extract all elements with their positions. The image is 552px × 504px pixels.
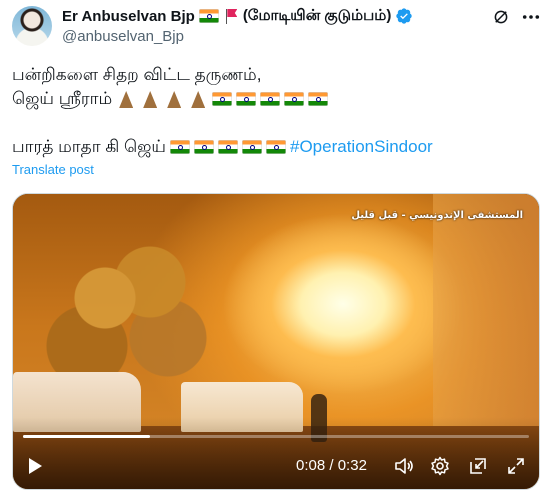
video-controls: 0:08 / 0:32 xyxy=(13,452,539,480)
india-flag-icon xyxy=(198,9,219,23)
hashtag-link[interactable]: #OperationSindoor xyxy=(290,136,433,158)
tweet-line-2-text: ஜெய் ஸ்ரீராம் xyxy=(12,89,113,108)
video-current-time: 0:08 xyxy=(296,457,326,474)
author-name-row: Er Anbuselvan Bjp (மோடியின் குடும்பம்) xyxy=(62,6,413,26)
video-time-separator: / xyxy=(325,457,338,474)
india-flag-icon xyxy=(284,92,305,106)
author-handle[interactable]: @anbuselvan_Bjp xyxy=(62,28,184,45)
play-icon[interactable] xyxy=(25,456,45,476)
fullscreen-icon[interactable] xyxy=(506,456,526,476)
grok-icon[interactable] xyxy=(492,8,510,26)
folded-hands-icon xyxy=(164,90,184,108)
india-flag-icon xyxy=(266,140,286,154)
tweet-line-1: பன்றிகளை சிதற விட்ட தருணம், xyxy=(12,65,262,84)
tweet: Er Anbuselvan Bjp (மோடியின் குடும்பம்) @… xyxy=(0,0,552,504)
video-progress-fill xyxy=(23,435,150,438)
folded-hands-icon xyxy=(116,90,136,108)
video-duration: 0:32 xyxy=(337,457,367,474)
picture-in-picture-icon[interactable] xyxy=(468,456,488,476)
gear-icon[interactable] xyxy=(430,456,450,476)
video-watermark: المستشفى الإندونيسي - قبل قليل xyxy=(351,210,523,221)
india-flag-icon xyxy=(194,140,214,154)
video-time: 0:08 / 0:32 xyxy=(296,457,367,474)
tweet-line-3-text: பாரத் மாதா கி ஜெய் xyxy=(12,137,166,156)
india-flag-icon xyxy=(218,140,238,154)
video-progress-bar[interactable] xyxy=(23,435,529,438)
translate-post-link[interactable]: Translate post xyxy=(12,162,94,177)
tweet-line-3: பாரத் மாதா கி ஜெய் #OperationSindoor xyxy=(12,136,433,158)
video-player[interactable]: المستشفى الإندونيسي - قبل قليل 0:08 / 0:… xyxy=(12,193,540,490)
author-family-tag: (மோடியின் குடும்பம்) xyxy=(242,6,392,24)
verified-badge-icon[interactable] xyxy=(395,7,413,25)
folded-hands-icon xyxy=(188,90,208,108)
tweet-line-2: ஜெய் ஸ்ரீராம் xyxy=(12,88,329,110)
india-flag-icon xyxy=(170,140,190,154)
volume-icon[interactable] xyxy=(394,456,414,476)
avatar[interactable] xyxy=(12,6,52,46)
author-name[interactable]: Er Anbuselvan Bjp xyxy=(62,8,195,25)
india-flag-icon xyxy=(236,92,257,106)
more-icon[interactable] xyxy=(520,8,542,26)
india-flag-icon xyxy=(260,92,281,106)
india-flag-icon xyxy=(212,92,233,106)
india-flag-icon xyxy=(242,140,262,154)
india-flag-icon xyxy=(308,92,329,106)
folded-hands-icon xyxy=(140,90,160,108)
red-flag-icon xyxy=(223,8,239,24)
